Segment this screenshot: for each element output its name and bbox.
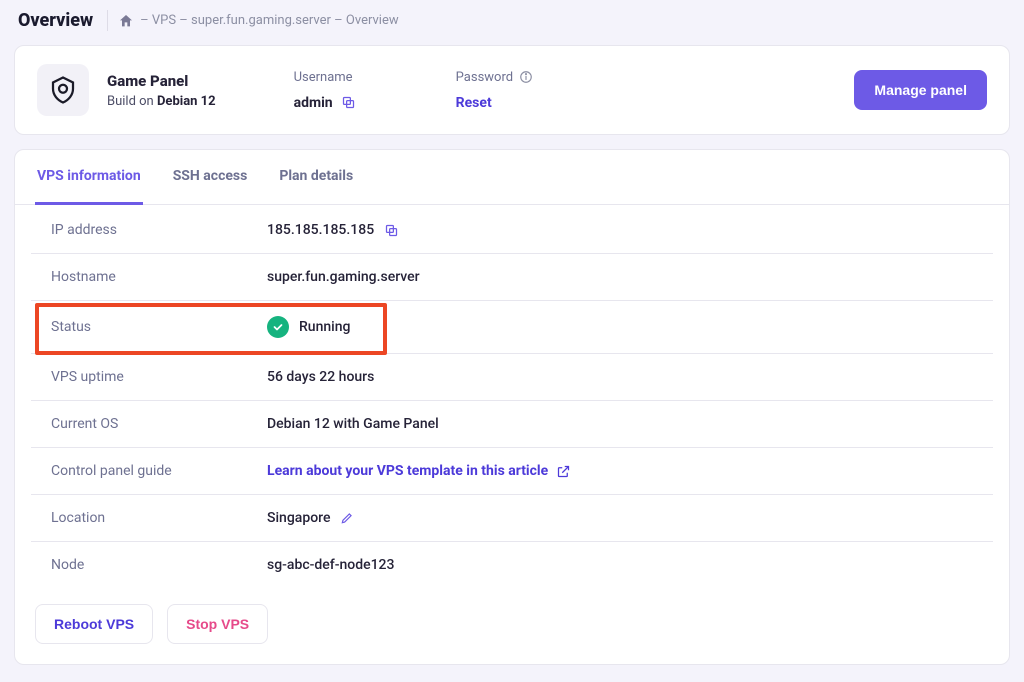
page-title: Overview [18,10,108,31]
status-label: Status [35,319,267,335]
panel-info: Username admin Password Reset [294,70,837,111]
reboot-vps-button[interactable]: Reboot VPS [35,604,153,644]
password-col: Password Reset [456,70,533,111]
breadcrumb: – VPS – super.fun.gaming.server – Overvi… [118,13,399,29]
location-label: Location [35,510,267,526]
info-rows: IP address 185.185.185.185 Hostname supe… [15,205,1009,588]
panel-text: Game Panel Build on Debian 12 [107,72,216,109]
username-value: admin [294,95,356,111]
guide-link[interactable]: Learn about your VPS template in this ar… [267,463,571,479]
row-uptime: VPS uptime 56 days 22 hours [31,354,993,401]
panel-card: Game Panel Build on Debian 12 Username a… [14,45,1010,135]
stop-vps-button[interactable]: Stop VPS [167,604,268,644]
info-icon[interactable] [519,70,533,84]
ip-label: IP address [35,222,267,238]
node-label: Node [35,557,267,573]
game-panel-icon [37,64,89,116]
row-hostname: Hostname super.fun.gaming.server [31,254,993,301]
row-ip-address: IP address 185.185.185.185 [31,207,993,254]
ip-value: 185.185.185.185 [267,222,399,238]
uptime-label: VPS uptime [35,369,267,385]
copy-icon[interactable] [341,95,356,110]
reset-password-link[interactable]: Reset [456,95,533,111]
row-node: Node sg-abc-def-node123 [31,542,993,588]
copy-icon[interactable] [384,223,399,238]
row-status: Status Running [31,301,993,354]
guide-value: Learn about your VPS template in this ar… [267,463,571,479]
tab-vps-information[interactable]: VPS information [35,150,143,205]
breadcrumb-text: – VPS – super.fun.gaming.server – Overvi… [140,13,399,28]
hostname-label: Hostname [35,269,267,285]
os-label: Current OS [35,416,267,432]
pencil-icon[interactable] [340,511,354,525]
tab-ssh-access[interactable]: SSH access [171,150,250,205]
external-link-icon [556,464,571,479]
username-col: Username admin [294,70,356,111]
panel-subtitle: Build on Debian 12 [107,94,216,109]
password-label: Password [456,70,533,85]
home-icon[interactable] [118,13,134,29]
page-header: Overview – VPS – super.fun.gaming.server… [14,0,1010,45]
row-guide: Control panel guide Learn about your VPS… [31,448,993,495]
manage-panel-button[interactable]: Manage panel [854,70,987,110]
row-os: Current OS Debian 12 with Game Panel [31,401,993,448]
hostname-value: super.fun.gaming.server [267,269,420,285]
username-label: Username [294,70,356,85]
tab-plan-details[interactable]: Plan details [277,150,355,205]
uptime-value: 56 days 22 hours [267,369,374,385]
row-location: Location Singapore [31,495,993,542]
panel-title: Game Panel [107,72,216,90]
check-icon [267,316,289,338]
tabs: VPS information SSH access Plan details [15,150,1009,205]
node-value: sg-abc-def-node123 [267,557,394,573]
main-card: VPS information SSH access Plan details … [14,149,1010,665]
location-value: Singapore [267,510,354,526]
vps-actions: Reboot VPS Stop VPS [15,588,1009,644]
os-value: Debian 12 with Game Panel [267,416,439,432]
status-value: Running [267,316,350,338]
guide-label: Control panel guide [35,463,267,479]
